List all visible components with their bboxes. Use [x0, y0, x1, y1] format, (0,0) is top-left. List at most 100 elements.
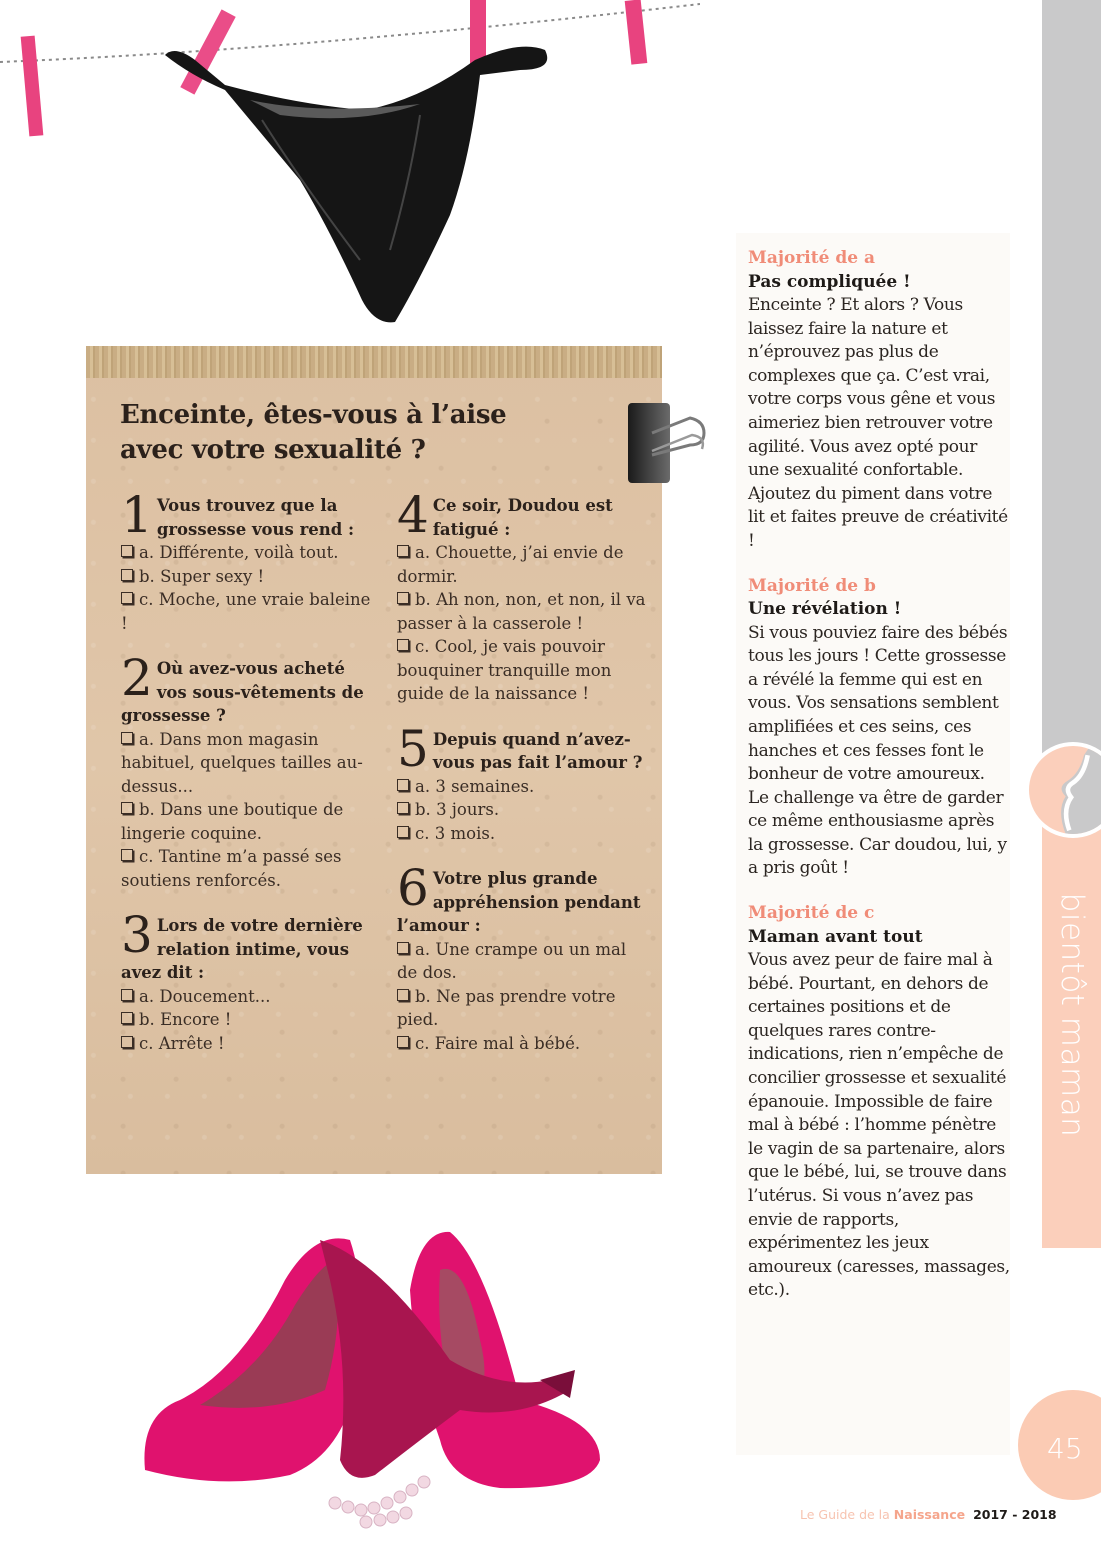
question-number: 5 [397, 719, 429, 778]
checkbox-icon[interactable] [121, 988, 133, 1001]
answer-option-a[interactable]: a. Une crampe ou un mal de dos. [397, 938, 647, 985]
option-letter: b. [139, 1010, 155, 1029]
option-text: Cool, je vais pouvoir bouquiner tranquil… [397, 637, 612, 703]
answer-option-b[interactable]: b. 3 jours. [397, 798, 647, 822]
quiz-question-5: 5 Depuis quand n’avez-vous pas fait l’am… [397, 719, 647, 846]
quiz-title-line2: avec votre sexualité ? [120, 435, 426, 465]
footer-brand: Naissance [893, 1507, 966, 1522]
answer-option-c[interactable]: c. Moche, une vraie baleine ! [121, 588, 371, 635]
corrugated-cardboard-strip [86, 346, 662, 378]
question-heading: 3 Lors de votre dernière relation intime… [121, 906, 371, 985]
option-letter: b. [415, 590, 431, 609]
quiz-title: Enceinte, êtes-vous à l’aise avec votre … [120, 398, 600, 468]
option-text: Doucement... [159, 986, 271, 1006]
answer-option-a[interactable]: a. Différente, voilà tout. [121, 541, 371, 565]
question-number: 4 [397, 486, 429, 544]
clothesline-illustration [0, 0, 700, 340]
clothespin-icon [20, 35, 44, 137]
quiz-card: Enceinte, êtes-vous à l’aise avec votre … [86, 346, 662, 1174]
result-body: Enceinte ? Et alors ? Vous laissez faire… [748, 295, 1008, 551]
question-heading: 1 Vous trouvez que la grossesse vous ren… [121, 486, 371, 544]
checkbox-icon[interactable] [121, 731, 133, 744]
option-text: 3 mois. [434, 823, 496, 843]
option-text: 3 jours. [436, 800, 500, 819]
pregnant-silhouette-icon [1025, 742, 1101, 838]
quiz-column-left: 1 Vous trouvez que la grossesse vous ren… [121, 486, 371, 1077]
option-letter: a. [415, 543, 431, 562]
checkbox-icon[interactable] [397, 802, 409, 814]
quiz-column-right: 4 Ce soir, Doudou est fatigué : a. Choue… [397, 486, 647, 1077]
result-label: Majorité de b [748, 575, 876, 596]
section-label: bientôt maman [1054, 892, 1090, 1138]
answer-option-a[interactable]: a. 3 semaines. [397, 775, 647, 799]
checkbox-icon[interactable] [121, 592, 133, 604]
checkbox-icon[interactable] [121, 545, 133, 557]
checkbox-icon[interactable] [121, 849, 133, 861]
checkbox-icon[interactable] [397, 545, 409, 557]
answer-option-a[interactable]: a. Dans mon magasin habituel, quelques t… [121, 728, 371, 799]
result-body: Vous avez peur de faire mal à bébé. Pour… [748, 950, 1010, 1301]
answer-option-c[interactable]: c. Faire mal à bébé. [397, 1032, 647, 1056]
option-text: Tantine m’a passé ses soutiens renforcés… [121, 847, 342, 890]
option-text: Dans une boutique de lingerie coquine. [121, 800, 344, 843]
checkbox-icon[interactable] [121, 1035, 133, 1048]
answer-option-b[interactable]: b. Ne pas prendre votre pied. [397, 985, 647, 1032]
option-text: Une crampe ou un mal de dos. [397, 939, 627, 983]
result-label: Majorité de c [748, 903, 875, 924]
checkbox-icon[interactable] [397, 639, 409, 651]
answer-option-b[interactable]: b. Dans une boutique de lingerie coquine… [121, 798, 371, 845]
answer-option-a[interactable]: a. Chouette, j’ai envie de dormir. [397, 541, 647, 588]
answer-option-c[interactable]: c. 3 mois. [397, 822, 647, 846]
side-band-gray [1042, 0, 1101, 770]
checkbox-icon[interactable] [121, 802, 133, 814]
checkbox-icon[interactable] [397, 592, 409, 604]
option-text: Super sexy ! [160, 566, 265, 586]
option-text: Différente, voilà tout. [159, 543, 339, 562]
checkbox-icon[interactable] [121, 1012, 133, 1024]
question-number: 1 [121, 486, 153, 544]
answer-option-a[interactable]: a. Doucement... [121, 985, 371, 1009]
option-letter: c. [139, 590, 154, 609]
checkbox-icon[interactable] [397, 825, 409, 838]
answer-option-c[interactable]: c. Arrête ! [121, 1032, 371, 1056]
option-letter: c. [415, 1033, 430, 1053]
checkbox-icon[interactable] [397, 941, 409, 954]
quiz-question-2: 2 Où avez-vous acheté vos sous-vêtements… [121, 649, 371, 892]
lace-thong-image [0, 0, 700, 323]
pink-heels-image [144, 1231, 600, 1529]
answer-option-c[interactable]: c. Tantine m’a passé ses soutiens renfor… [121, 845, 371, 892]
result-title: Une révélation ! [748, 599, 902, 620]
option-letter: c. [415, 823, 430, 843]
option-letter: c. [139, 847, 154, 866]
option-letter: a. [139, 729, 155, 749]
option-text: Faire mal à bébé. [434, 1033, 581, 1053]
checkbox-icon[interactable] [397, 1035, 409, 1048]
question-text: Lors de votre dernière relation intime, … [121, 916, 363, 982]
checkbox-icon[interactable] [121, 568, 133, 581]
footer-years: 2017 - 2018 [973, 1507, 1057, 1522]
question-number: 2 [121, 649, 153, 707]
answer-option-b[interactable]: b. Encore ! [121, 1008, 371, 1032]
checkbox-icon[interactable] [397, 778, 409, 791]
question-heading: 5 Depuis quand n’avez-vous pas fait l’am… [397, 719, 647, 778]
option-letter: a. [139, 543, 155, 562]
answer-option-b[interactable]: b. Super sexy ! [121, 565, 371, 589]
binder-clip-icon [622, 393, 722, 493]
question-number: 3 [121, 906, 153, 964]
option-text: Moche, une vraie baleine ! [121, 590, 371, 633]
answer-option-c[interactable]: c. Cool, je vais pouvoir bouquiner tranq… [397, 635, 647, 706]
result-body: Si vous pouviez faire des bébés tous les… [748, 622, 1008, 879]
quiz-title-line1: Enceinte, êtes-vous à l’aise [120, 400, 507, 430]
answer-option-b[interactable]: b. Ah non, non, et non, il va passer à l… [397, 588, 647, 635]
option-letter: b. [415, 986, 431, 1006]
option-letter: b. [139, 566, 155, 586]
question-heading: 6 Votre plus grande appréhension pendant… [397, 863, 647, 938]
checkbox-icon[interactable] [397, 988, 409, 1001]
option-text: Ah non, non, et non, il va passer à la c… [397, 590, 646, 633]
option-letter: a. [139, 986, 155, 1006]
option-letter: b. [139, 800, 155, 819]
question-text: Vous trouvez que la grossesse vous rend … [156, 496, 355, 539]
option-text: Dans mon magasin habituel, quelques tail… [121, 729, 363, 796]
option-text: Chouette, j’ai envie de dormir. [397, 543, 624, 586]
option-text: 3 semaines. [435, 776, 535, 796]
